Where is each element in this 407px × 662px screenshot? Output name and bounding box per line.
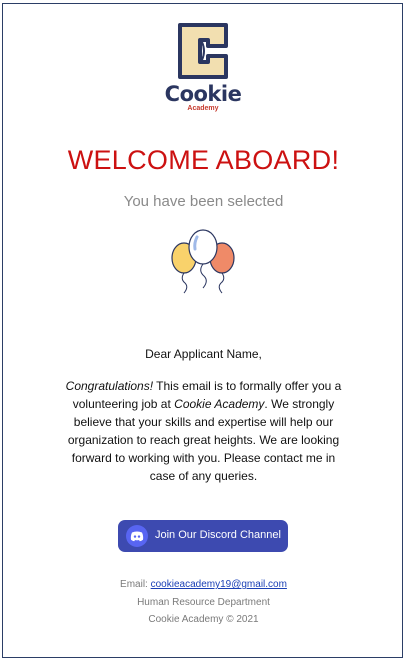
logo-c-icon xyxy=(178,23,228,79)
email-link[interactable]: cookieacademy19@gmail.com xyxy=(151,579,287,590)
offer-message: Congratulations! This email is to formal… xyxy=(62,377,345,485)
congratulations-text: Congratulations! xyxy=(65,379,154,393)
logo-wordmark: Cookie xyxy=(164,82,242,106)
selected-subheading: You have been selected xyxy=(123,193,284,210)
company-name: Cookie Academy xyxy=(174,397,265,411)
copyright-text: Cookie Academy © 2021 xyxy=(148,614,259,625)
cookie-academy-logo: Cookie Academy xyxy=(162,20,244,116)
contact-email-line: Email: cookieacademy19@gmail.com xyxy=(0,579,407,590)
greeting: Dear Applicant Name, xyxy=(145,347,262,361)
balloons-icon xyxy=(167,227,239,295)
discord-button-label: Join Our Discord Channel xyxy=(155,529,281,541)
welcome-heading: WELCOME ABOARD! xyxy=(67,145,340,175)
email-label: Email: xyxy=(120,579,151,590)
department-text: Human Resource Department xyxy=(137,597,270,608)
discord-icon xyxy=(126,525,148,547)
join-discord-button[interactable]: Join Our Discord Channel xyxy=(118,520,288,552)
logo-subtitle: Academy xyxy=(187,105,219,112)
